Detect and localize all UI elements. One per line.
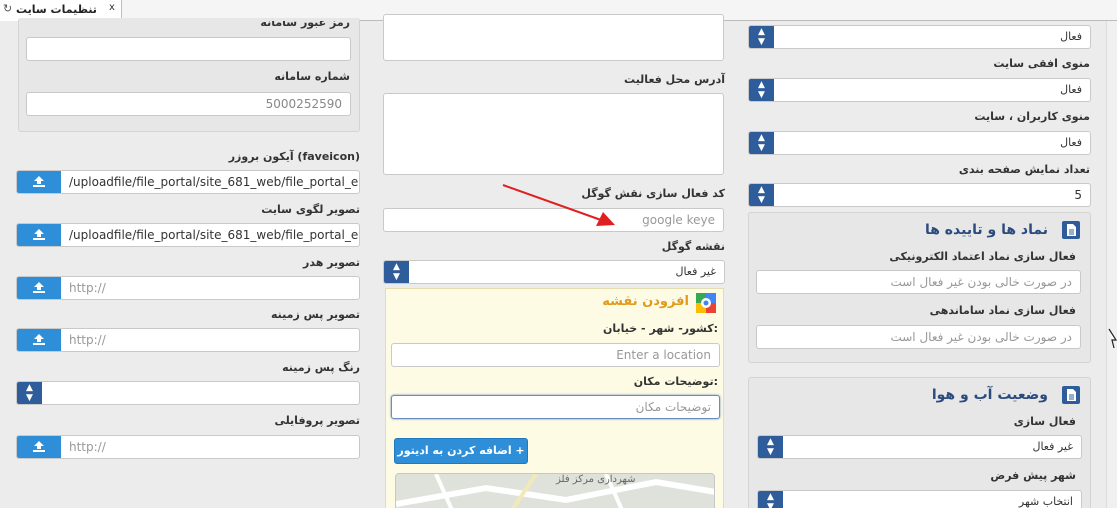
favicon-path: /uploadfile/file_portal/site_681_web/fil… <box>69 175 360 189</box>
upload-icon <box>32 176 46 190</box>
upload-icon <box>32 229 46 243</box>
symbols-panel-title: نماد ها و تاییده ها <box>924 222 1048 238</box>
header-image-label: تصویر هدر <box>303 256 360 269</box>
google-map-value: غیر فعال <box>675 265 716 278</box>
favicon-label: آیکون بروزر (faveicon) <box>228 150 360 163</box>
upload-button[interactable] <box>17 329 61 351</box>
google-map-select[interactable]: ▲ ▼ غیر فعال <box>383 260 725 284</box>
top-select[interactable]: ▲ ▼ فعال <box>748 25 1091 49</box>
top-select-value: فعال <box>1060 30 1082 43</box>
weather-activate-label: فعال سازی <box>1013 415 1076 428</box>
logo-path: /uploadfile/file_portal/site_681_web/fil… <box>69 228 360 242</box>
background-image-url[interactable]: http:// <box>69 329 106 351</box>
updown-icon[interactable]: ▲ ▼ <box>749 26 774 48</box>
default-city-value: انتخاب شهر <box>1018 495 1073 508</box>
map-text: شهرداری مرکز فلز <box>556 474 636 485</box>
weather-activate-value: غیر فعال <box>1032 440 1073 453</box>
upload-button[interactable] <box>17 436 61 458</box>
samandehi-label: فعال سازی نماد ساماندهی <box>929 304 1076 317</box>
weather-panel: وضعیت آب و هوا فعال سازی ▲ ▼ غیر فعال شهر… <box>748 377 1091 508</box>
users-menu-select[interactable]: ▲ ▼ فعال <box>748 131 1091 155</box>
profile-image-url[interactable]: http:// <box>69 436 106 458</box>
document-icon <box>1062 386 1080 404</box>
enamad-input[interactable]: در صورت خالی بودن غیر فعال است <box>756 270 1081 294</box>
background-image-upload[interactable]: http:// <box>16 328 360 352</box>
address-label: آدرس محل فعالیت <box>624 73 725 86</box>
sms-number-input[interactable]: 5000252590 <box>26 92 351 116</box>
horizontal-menu-select[interactable]: ▲ ▼ فعال <box>748 78 1091 102</box>
samandehi-input[interactable]: در صورت خالی بودن غیر فعال است <box>756 325 1081 349</box>
default-city-label: شهر پیش فرض <box>990 469 1076 482</box>
profile-image-label: تصویر پروفایلی <box>274 414 360 427</box>
map-preview[interactable]: شهرداری مرکز فلز <box>395 473 715 508</box>
background-color-label: رنگ پس زمینه <box>282 361 360 374</box>
enamad-label: فعال سازی نماد اعتماد الکترونیکی <box>889 250 1076 263</box>
header-image-upload[interactable]: http:// <box>16 276 360 300</box>
updown-icon[interactable]: ▲ ▼ <box>17 382 42 404</box>
upload-icon <box>32 441 46 455</box>
pagination-label: تعداد نمایش صفحه بندی <box>958 163 1090 176</box>
logo-upload[interactable]: /uploadfile/file_portal/site_681_web/fil… <box>16 223 360 247</box>
upload-button[interactable] <box>17 224 61 246</box>
sms-password-input[interactable] <box>26 37 351 61</box>
favicon-upload[interactable]: /uploadfile/file_portal/site_681_web/fil… <box>16 170 360 194</box>
document-icon <box>1062 221 1080 239</box>
tab-title: تنظیمات سایت <box>16 3 97 16</box>
header-image-url[interactable]: http:// <box>69 277 106 299</box>
weather-panel-title: وضعیت آب و هوا <box>931 387 1048 403</box>
upload-button[interactable] <box>17 171 61 193</box>
updown-icon[interactable]: ▲ ▼ <box>758 491 783 508</box>
vertical-scrollbar[interactable] <box>1106 21 1117 508</box>
updown-icon[interactable]: ▲ ▼ <box>384 261 409 283</box>
upload-icon <box>32 282 46 296</box>
location-input[interactable]: Enter a location <box>391 343 720 367</box>
address-textarea[interactable] <box>383 93 724 175</box>
logo-label: تصویر لگوی سایت <box>261 203 360 216</box>
sms-number-label: شماره سامانه <box>274 70 350 83</box>
updown-icon[interactable]: ▲ ▼ <box>749 79 774 101</box>
location-label: کشور- شهر - خیابان: <box>603 322 718 335</box>
updown-icon[interactable]: ▲ ▼ <box>749 132 774 154</box>
updown-icon[interactable]: ▲ ▼ <box>758 436 783 458</box>
mouse-cursor-icon <box>1108 328 1117 349</box>
close-icon[interactable]: x <box>109 2 115 13</box>
upload-button[interactable] <box>17 277 61 299</box>
weather-activate-select[interactable]: ▲ ▼ غیر فعال <box>757 435 1082 459</box>
add-map-panel: افزودن نقشه کشور- شهر - خیابان: Enter a … <box>385 288 724 508</box>
place-description-label: توضیحات مکان: <box>633 375 718 388</box>
previous-textarea[interactable] <box>383 14 724 61</box>
background-image-label: تصویر پس زمینه <box>271 308 360 321</box>
default-city-select[interactable]: ▲ ▼ انتخاب شهر <box>757 490 1082 508</box>
pagination-select[interactable]: ▲ ▼ 5 <box>748 183 1091 207</box>
background-color-select[interactable]: ▲ ▼ <box>16 381 360 405</box>
symbols-panel: نماد ها و تاییده ها فعال سازی نماد اعتما… <box>748 212 1091 363</box>
annotation-arrow <box>502 184 615 226</box>
add-map-title: افزودن نقشه <box>602 294 689 309</box>
horizontal-menu-value: فعال <box>1060 83 1082 96</box>
google-map-label: نقشه گوگل <box>661 240 725 253</box>
updown-icon[interactable]: ▲ ▼ <box>749 184 774 206</box>
pagination-value: 5 <box>1074 188 1082 202</box>
upload-icon <box>32 334 46 348</box>
profile-image-upload[interactable]: http:// <box>16 435 360 459</box>
add-to-editor-button[interactable]: + اضافه کردن به ادیتور <box>394 438 528 464</box>
google-maps-icon <box>696 293 716 313</box>
users-menu-value: فعال <box>1060 136 1082 149</box>
refresh-icon[interactable]: ↻ <box>3 2 12 15</box>
place-description-input[interactable]: توضیحات مکان <box>391 395 720 419</box>
users-menu-label: منوی کاربران ، سایت <box>974 110 1090 123</box>
horizontal-menu-label: منوی افقی سایت <box>993 57 1090 70</box>
